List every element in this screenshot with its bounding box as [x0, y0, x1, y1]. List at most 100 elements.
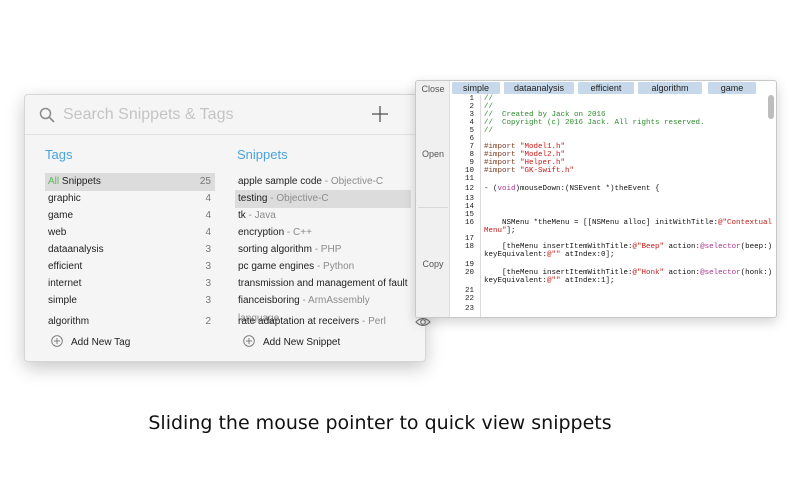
- code-token: action:: [664, 269, 701, 277]
- snippet-item[interactable]: fianceisboring - ArmAssembly language: [235, 292, 431, 324]
- code-token: @"": [547, 251, 561, 259]
- snippet-language: - C++: [284, 227, 312, 238]
- snippet-name: rate adaptation at receivers: [238, 316, 360, 327]
- plus-circle-icon: [51, 335, 63, 347]
- tag-count: 2: [205, 316, 211, 327]
- plus-circle-icon: [243, 335, 255, 347]
- import-path: "GK-Swift.h": [520, 167, 575, 175]
- tag-count: 25: [199, 176, 211, 187]
- line-number: 23: [464, 305, 474, 313]
- code-line: - (void)mouseDown:(NSEvent *)theEvent {: [484, 185, 774, 193]
- code-token: (honk:): [740, 269, 773, 277]
- tag-item-web[interactable]: web 4: [45, 224, 215, 242]
- code-token: [theMenu insertItemWithTitle:: [484, 243, 633, 251]
- tags-heading: Tags: [45, 147, 73, 162]
- import-keyword: #import: [484, 151, 516, 159]
- tag-label: Snippets: [59, 176, 101, 187]
- snippet-name: sorting algorithm: [238, 244, 312, 255]
- line-number: 15: [464, 211, 474, 219]
- tag-item-simple[interactable]: simple 3: [45, 292, 215, 310]
- tag-count: 3: [205, 261, 211, 272]
- line-number: 7: [469, 143, 474, 151]
- snippet-name: pc game engines: [238, 261, 315, 272]
- snippet-name: testing: [238, 193, 268, 204]
- snippet-name: transmission and management of fault: [238, 278, 408, 289]
- code-token: @"Contextual: [718, 219, 773, 227]
- snippet-language: - Python: [314, 261, 355, 272]
- add-new-snippet-label: Add New Snippet: [263, 337, 341, 348]
- tag-item-graphic[interactable]: graphic 4: [45, 190, 215, 208]
- open-button[interactable]: Open: [416, 149, 450, 159]
- import-keyword: #import: [484, 143, 516, 151]
- tag-item-all-snippets[interactable]: All Snippets 25: [45, 173, 215, 191]
- tab-efficient[interactable]: efficient: [578, 82, 634, 94]
- code-line: keyEquivalent:@"" atIndex:0];: [484, 251, 774, 259]
- import-path: "Helper.h": [520, 159, 566, 167]
- line-number: 20: [464, 269, 474, 277]
- tag-item-dataanalysis[interactable]: dataanalysis 3: [45, 241, 215, 259]
- code-line: [theMenu insertItemWithTitle:@"Beep" act…: [484, 243, 774, 251]
- close-button[interactable]: Close: [416, 84, 450, 94]
- code-token: @selector: [700, 243, 741, 251]
- snippet-item[interactable]: transmission and management of fault: [235, 275, 431, 293]
- code-token: @selector: [700, 269, 741, 277]
- tag-item-internet[interactable]: internet 3: [45, 275, 215, 293]
- add-snippet-plus-icon[interactable]: [371, 105, 389, 123]
- add-new-snippet-button[interactable]: Add New Snippet: [243, 335, 340, 351]
- snippet-item[interactable]: pc game engines - Python: [235, 258, 431, 276]
- snippet-name: tk: [238, 210, 246, 221]
- quick-view-popover: Close Open Copy simple dataanalysis effi…: [415, 80, 777, 318]
- snippet-item-selected[interactable]: testing - Objective-C: [235, 190, 431, 208]
- tag-item-algorithm[interactable]: algorithm 2: [45, 313, 215, 331]
- tab-dataanalysis[interactable]: dataanalysis: [504, 82, 574, 94]
- code-line: #import "Helper.h": [484, 159, 774, 167]
- snippet-item[interactable]: apple sample code - Objective-C: [235, 173, 431, 191]
- code-scrollbar[interactable]: [768, 95, 774, 119]
- snippet-name: fianceisboring: [238, 295, 300, 306]
- snippet-item[interactable]: tk - Java: [235, 207, 431, 225]
- snippets-window: Tags Snippets All Snippets 25 graphic 4 …: [24, 94, 437, 362]
- tag-item-game[interactable]: game 4: [45, 207, 215, 225]
- code-token: - (: [484, 185, 498, 193]
- line-number: 13: [464, 195, 474, 203]
- line-number: 14: [464, 203, 474, 211]
- add-new-tag-button[interactable]: Add New Tag: [51, 335, 130, 351]
- line-number: 6: [469, 135, 474, 143]
- code-line: // Created by Jack on 2016: [484, 111, 606, 119]
- line-number: 22: [464, 295, 474, 303]
- code-line: // Copyright (c) 2016 Jack. All rights r…: [484, 119, 705, 127]
- code-line: //: [484, 127, 494, 135]
- code-line: Menu"];: [484, 227, 774, 235]
- line-number: 8: [469, 151, 474, 159]
- snippet-item[interactable]: sorting algorithm - PHP: [235, 241, 431, 259]
- code-token: @"Beep": [632, 243, 665, 251]
- code-line: NSMenu *theMenu = [[NSMenu alloc] initWi…: [484, 219, 774, 227]
- snippet-language: - Java: [245, 210, 276, 221]
- line-number: 12: [464, 185, 474, 193]
- code-token: atIndex:1];: [560, 277, 615, 285]
- search-icon: [39, 107, 55, 123]
- code-token: action:: [664, 243, 701, 251]
- snippet-item[interactable]: rate adaptation at receivers - Perl: [235, 313, 431, 331]
- snippet-item[interactable]: encryption - C++: [235, 224, 431, 242]
- code-token: @"": [547, 277, 561, 285]
- line-number: 18: [464, 243, 474, 251]
- code-token: (beep:): [740, 243, 773, 251]
- snippet-name: encryption: [238, 227, 285, 238]
- tag-label: game: [48, 210, 74, 221]
- code-viewer[interactable]: 1 2 3 4 5 6 7 8 9 10 11 12 13 14 15 16 1…: [452, 95, 772, 317]
- tab-game[interactable]: game: [708, 82, 756, 94]
- snippet-language: - Objective-C: [267, 193, 329, 204]
- tab-simple[interactable]: simple: [452, 82, 500, 94]
- import-keyword: #import: [484, 167, 516, 175]
- copy-button[interactable]: Copy: [416, 259, 450, 269]
- code-token: NSMenu *theMenu = [[NSMenu alloc] initWi…: [484, 219, 719, 227]
- tab-algorithm[interactable]: algorithm: [638, 82, 702, 94]
- import-keyword: #import: [484, 159, 516, 167]
- search-input[interactable]: [63, 103, 363, 127]
- code-line: [theMenu insertItemWithTitle:@"Honk" act…: [484, 269, 774, 277]
- snippet-language: - Objective-C: [321, 176, 384, 187]
- snippet-language: - Perl: [359, 316, 386, 327]
- tag-item-efficient[interactable]: efficient 3: [45, 258, 215, 276]
- line-number: 2: [469, 103, 474, 111]
